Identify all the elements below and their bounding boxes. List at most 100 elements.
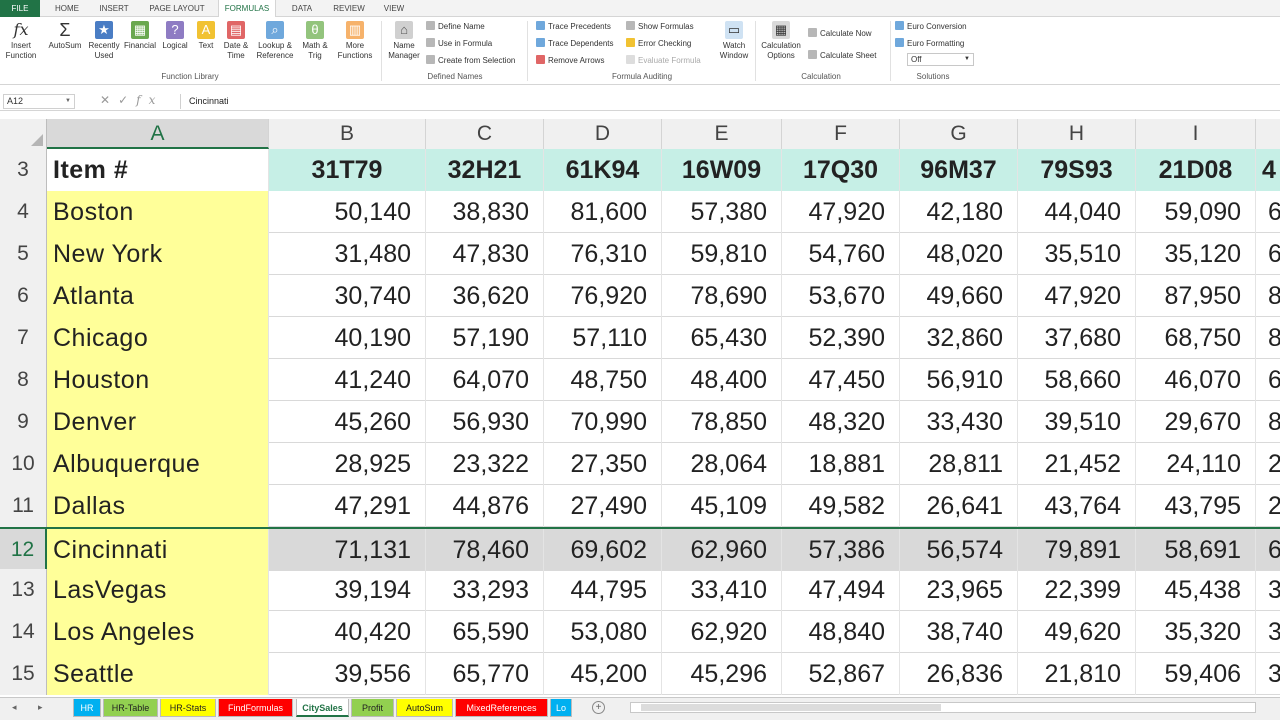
city-cell[interactable]: Chicago (47, 317, 269, 359)
sales-cell[interactable]: 57,386 (782, 529, 900, 571)
sales-cell[interactable]: 62,960 (662, 529, 782, 571)
sales-cell[interactable]: 57,110 (544, 317, 662, 359)
financial-button[interactable]: ▦ Financial (122, 21, 158, 51)
row-number[interactable]: 7 (0, 317, 47, 359)
sales-cell[interactable]: 40,190 (269, 317, 426, 359)
row-number[interactable]: 5 (0, 233, 47, 275)
sales-cell[interactable]: 27,490 (544, 485, 662, 527)
sales-cell[interactable]: 45,200 (544, 653, 662, 695)
sales-cell[interactable]: 35,320 (1136, 611, 1256, 653)
sales-cell[interactable]: 43,795 (1136, 485, 1256, 527)
sales-cell[interactable]: 23,965 (900, 569, 1018, 611)
partial-cell[interactable]: 3 (1256, 569, 1280, 611)
tab-page-layout[interactable]: PAGE LAYOUT (142, 0, 212, 17)
add-sheet-icon[interactable]: + (592, 701, 605, 714)
sales-cell[interactable]: 53,670 (782, 275, 900, 317)
partial-cell[interactable]: 6 (1256, 529, 1280, 571)
sales-cell[interactable]: 37,680 (1018, 317, 1136, 359)
tab-review[interactable]: REVIEW (326, 0, 372, 17)
math-trig-button[interactable]: θ Math & Trig (298, 21, 332, 61)
sales-cell[interactable]: 65,430 (662, 317, 782, 359)
partial-cell[interactable]: 2 (1256, 485, 1280, 527)
city-cell[interactable]: Atlanta (47, 275, 269, 317)
sales-cell[interactable]: 48,840 (782, 611, 900, 653)
sales-cell[interactable]: 21,452 (1018, 443, 1136, 485)
item-code-cell[interactable]: 32H21 (426, 149, 544, 191)
sales-cell[interactable]: 44,876 (426, 485, 544, 527)
sales-cell[interactable]: 35,510 (1018, 233, 1136, 275)
row-number[interactable]: 12 (0, 529, 47, 571)
column-header-a[interactable]: A (47, 119, 269, 149)
sales-cell[interactable]: 52,867 (782, 653, 900, 695)
partial-cell[interactable]: 3 (1256, 653, 1280, 695)
sales-cell[interactable]: 26,641 (900, 485, 1018, 527)
city-cell[interactable]: Albuquerque (47, 443, 269, 485)
city-cell[interactable]: Houston (47, 359, 269, 401)
tab-file[interactable]: FILE (0, 0, 40, 17)
sales-cell[interactable]: 36,620 (426, 275, 544, 317)
name-box[interactable]: A12 ▼ (3, 94, 75, 109)
sales-cell[interactable]: 59,810 (662, 233, 782, 275)
sales-cell[interactable]: 76,920 (544, 275, 662, 317)
sales-cell[interactable]: 47,830 (426, 233, 544, 275)
partial-cell[interactable]: 8 (1256, 317, 1280, 359)
sales-cell[interactable]: 59,090 (1136, 191, 1256, 233)
sales-cell[interactable]: 57,380 (662, 191, 782, 233)
sales-cell[interactable]: 59,406 (1136, 653, 1256, 695)
sales-cell[interactable]: 49,582 (782, 485, 900, 527)
sales-cell[interactable]: 48,400 (662, 359, 782, 401)
sales-cell[interactable]: 56,930 (426, 401, 544, 443)
row-number[interactable]: 15 (0, 653, 47, 695)
sales-cell[interactable]: 47,494 (782, 569, 900, 611)
sales-cell[interactable]: 39,194 (269, 569, 426, 611)
trace-precedents-button[interactable]: Trace Precedents (536, 20, 611, 34)
city-cell[interactable]: New York (47, 233, 269, 275)
sales-cell[interactable]: 76,310 (544, 233, 662, 275)
sales-cell[interactable]: 33,430 (900, 401, 1018, 443)
sales-cell[interactable]: 27,350 (544, 443, 662, 485)
sales-cell[interactable]: 58,691 (1136, 529, 1256, 571)
tab-view[interactable]: VIEW (376, 0, 412, 17)
sales-cell[interactable]: 58,660 (1018, 359, 1136, 401)
sales-cell[interactable]: 79,891 (1018, 529, 1136, 571)
sales-cell[interactable]: 46,070 (1136, 359, 1256, 401)
sales-cell[interactable]: 32,860 (900, 317, 1018, 359)
sales-cell[interactable]: 40,420 (269, 611, 426, 653)
sales-cell[interactable]: 44,795 (544, 569, 662, 611)
partial-cell[interactable]: 8 (1256, 401, 1280, 443)
sales-cell[interactable]: 30,740 (269, 275, 426, 317)
column-header-h[interactable]: H (1018, 119, 1136, 149)
sales-cell[interactable]: 33,410 (662, 569, 782, 611)
prev-sheet-icon[interactable]: ◂ (12, 702, 17, 713)
enter-icon[interactable]: ✓ (118, 93, 136, 107)
item-header-cell[interactable]: Item # (47, 149, 269, 191)
column-header-f[interactable]: F (782, 119, 900, 149)
recently-used-button[interactable]: ★ Recently Used (86, 21, 122, 61)
more-functions-button[interactable]: ▥ More Functions (332, 21, 378, 61)
remove-arrows-button[interactable]: Remove Arrows (536, 54, 604, 68)
row-number[interactable]: 9 (0, 401, 47, 443)
sales-cell[interactable]: 68,750 (1136, 317, 1256, 359)
autosum-button[interactable]: Σ AutoSum (44, 21, 86, 51)
partial-cell[interactable]: 2 (1256, 443, 1280, 485)
fx-icon[interactable]: fx (136, 93, 163, 107)
item-code-cell[interactable]: 17Q30 (782, 149, 900, 191)
name-manager-button[interactable]: ⌂ Name Manager (384, 21, 424, 61)
sales-cell[interactable]: 45,438 (1136, 569, 1256, 611)
formula-input[interactable]: Cincinnati (180, 94, 1276, 109)
sales-cell[interactable]: 54,760 (782, 233, 900, 275)
sales-cell[interactable]: 41,240 (269, 359, 426, 401)
city-cell[interactable]: Dallas (47, 485, 269, 527)
sales-cell[interactable]: 28,811 (900, 443, 1018, 485)
create-from-selection-button[interactable]: Create from Selection (426, 54, 515, 68)
trace-dependents-button[interactable]: Trace Dependents (536, 37, 614, 51)
calculate-sheet-button[interactable]: Calculate Sheet (808, 49, 876, 63)
item-code-cell[interactable]: 21D08 (1136, 149, 1256, 191)
item-code-cell[interactable]: 96M37 (900, 149, 1018, 191)
horizontal-scrollbar[interactable] (630, 702, 1256, 713)
calculation-options-button[interactable]: ▦ Calculation Options (758, 21, 804, 61)
sales-cell[interactable]: 26,836 (900, 653, 1018, 695)
sales-cell[interactable]: 29,670 (1136, 401, 1256, 443)
sheet-tab-mixedreferences[interactable]: MixedReferences (455, 699, 548, 717)
sales-cell[interactable]: 21,810 (1018, 653, 1136, 695)
